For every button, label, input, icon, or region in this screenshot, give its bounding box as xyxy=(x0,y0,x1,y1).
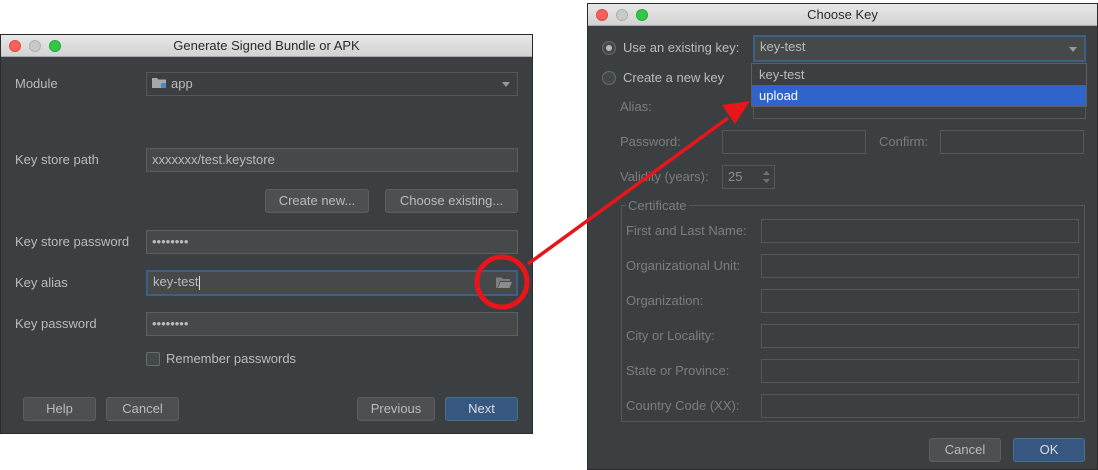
keystore-password-label: Key store password xyxy=(15,234,130,249)
password-input[interactable] xyxy=(722,130,866,154)
module-value: app xyxy=(171,76,193,91)
module-label: Module xyxy=(15,76,58,91)
keystore-password-input[interactable]: •••••••• xyxy=(146,230,518,254)
cancel-button[interactable]: Cancel xyxy=(929,438,1001,462)
remember-passwords-label: Remember passwords xyxy=(166,351,297,366)
help-button[interactable]: Help xyxy=(23,397,96,421)
remember-passwords-checkbox[interactable] xyxy=(146,352,160,366)
browse-folder-icon[interactable] xyxy=(496,276,512,292)
module-select[interactable]: app xyxy=(146,72,518,96)
minimize-window-button[interactable] xyxy=(29,40,41,52)
next-button[interactable]: Next xyxy=(445,397,518,421)
key-alias-label: Key alias xyxy=(15,275,68,290)
organizational-unit-input[interactable] xyxy=(761,254,1079,278)
choose-key-dialog: Choose Key Use an existing key: key-test… xyxy=(587,3,1098,470)
create-new-key-label: Create a new key xyxy=(623,70,725,85)
city-locality-input[interactable] xyxy=(761,324,1079,348)
title-bar: Choose Key xyxy=(588,4,1097,26)
chevron-down-icon xyxy=(1069,47,1077,52)
zoom-window-button[interactable] xyxy=(636,9,648,21)
country-code-input[interactable] xyxy=(761,394,1079,418)
cancel-button[interactable]: Cancel xyxy=(106,397,179,421)
minimize-window-button[interactable] xyxy=(616,9,628,21)
password-label: Password: xyxy=(620,134,681,149)
key-password-label: Key password xyxy=(15,316,97,331)
keystore-path-label: Key store path xyxy=(15,152,99,167)
state-province-input[interactable] xyxy=(761,359,1079,383)
first-last-name-input[interactable] xyxy=(761,219,1079,243)
keystore-path-input[interactable]: xxxxxxx/test.keystore xyxy=(146,148,518,172)
validity-spinner[interactable]: 25 xyxy=(722,165,775,189)
chevron-down-icon xyxy=(502,82,510,87)
organization-input[interactable] xyxy=(761,289,1079,313)
title-bar: Generate Signed Bundle or APK xyxy=(1,35,532,57)
confirm-label: Confirm: xyxy=(879,134,929,149)
key-alias-value: key-test xyxy=(153,274,199,289)
close-window-button[interactable] xyxy=(9,40,21,52)
cert-field-label: State or Province: xyxy=(626,363,730,378)
use-existing-key-label: Use an existing key: xyxy=(623,40,740,55)
close-window-button[interactable] xyxy=(596,9,608,21)
previous-button[interactable]: Previous xyxy=(357,397,435,421)
cert-field-label: Organization: xyxy=(626,293,704,308)
choose-existing-button[interactable]: Choose existing... xyxy=(385,189,518,213)
cert-field-label: Country Code (XX): xyxy=(626,398,740,413)
certificate-title: Certificate xyxy=(626,198,689,213)
dropdown-option-key-test[interactable]: key-test xyxy=(752,64,1086,85)
key-password-input[interactable]: •••••••• xyxy=(146,312,518,336)
ok-button[interactable]: OK xyxy=(1013,438,1085,462)
use-existing-key-radio[interactable] xyxy=(602,41,616,55)
zoom-window-button[interactable] xyxy=(49,40,61,52)
create-new-key-radio[interactable] xyxy=(602,71,616,85)
folder-icon xyxy=(152,74,167,95)
window-title: Choose Key xyxy=(807,7,878,22)
key-alias-input[interactable]: key-test xyxy=(146,270,518,296)
create-new-button[interactable]: Create new... xyxy=(265,189,369,213)
generate-signed-bundle-dialog: Generate Signed Bundle or APK Module app… xyxy=(0,34,533,434)
dropdown-option-upload[interactable]: upload xyxy=(752,85,1086,106)
cert-field-label: Organizational Unit: xyxy=(626,258,741,273)
existing-key-value: key-test xyxy=(760,39,806,54)
cert-field-label: First and Last Name: xyxy=(626,223,747,238)
cert-field-label: City or Locality: xyxy=(626,328,715,343)
validity-label: Validity (years): xyxy=(620,169,709,184)
window-title: Generate Signed Bundle or APK xyxy=(173,38,360,53)
key-dropdown-list: key-test upload xyxy=(751,63,1087,107)
validity-value: 25 xyxy=(728,169,743,184)
confirm-input[interactable] xyxy=(940,130,1084,154)
existing-key-select[interactable]: key-test xyxy=(753,35,1086,62)
spinner-arrows-icon xyxy=(762,169,771,188)
alias-label: Alias: xyxy=(620,99,652,114)
